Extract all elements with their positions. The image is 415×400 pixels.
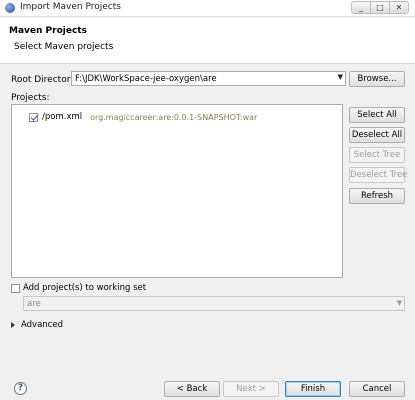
minimize-button[interactable]: _ (351, 1, 371, 14)
wizard-footer: ? < Back Next > Finish Cancel (0, 368, 415, 400)
working-set-value: are (27, 299, 41, 309)
select-all-button[interactable]: Select All (349, 107, 405, 123)
help-icon[interactable]: ? (14, 382, 27, 395)
back-button[interactable]: < Back (164, 381, 220, 397)
window-controls: _ □ ✕ (351, 1, 409, 15)
page-description: Select Maven projects (14, 42, 114, 52)
working-set-label: Add project(s) to working set (23, 283, 147, 293)
page-title: Maven Projects (9, 26, 87, 36)
advanced-section[interactable]: Advanced (11, 320, 63, 330)
refresh-button[interactable]: Refresh (349, 188, 405, 204)
title-bar: Import Maven Projects _ □ ✕ (0, 0, 415, 17)
projects-tree[interactable]: /pom.xml org.magiccareer:are:0.0.1-SNAPS… (11, 104, 343, 278)
working-set-row: Add project(s) to working set (11, 283, 146, 293)
expand-arrow-icon[interactable] (11, 322, 15, 328)
close-button[interactable]: ✕ (389, 1, 409, 14)
working-set-checkbox[interactable] (11, 283, 20, 293)
advanced-label: Advanced (21, 320, 63, 330)
window-title: Import Maven Projects (20, 2, 121, 12)
root-directory-label: Root Directory: (11, 75, 79, 85)
maximize-button[interactable]: □ (370, 1, 390, 14)
tree-item[interactable]: /pom.xml org.magiccareer:are:0.0.1-SNAPS… (29, 111, 257, 123)
projects-label: Projects: (11, 93, 50, 103)
finish-button[interactable]: Finish (285, 381, 341, 397)
cancel-button[interactable]: Cancel (349, 381, 405, 397)
dropdown-arrow-icon[interactable]: ▼ (397, 299, 402, 307)
root-directory-combo[interactable]: F:\JDK\WorkSpace-jee-oxygen\are ▼ (71, 71, 346, 86)
next-button[interactable]: Next > (223, 381, 279, 397)
project-name: /pom.xml (42, 112, 83, 122)
select-tree-button[interactable]: Select Tree (349, 147, 405, 163)
dropdown-arrow-icon[interactable]: ▼ (338, 73, 343, 81)
deselect-all-button[interactable]: Deselect All (349, 127, 405, 143)
eclipse-icon (5, 3, 15, 13)
deselect-tree-button[interactable]: Deselect Tree (349, 167, 407, 183)
project-artifact: org.magiccareer:are:0.0.1-SNAPSHOT:war (90, 112, 258, 122)
working-set-combo[interactable]: are ▼ (23, 296, 405, 311)
root-directory-value: F:\JDK\WorkSpace-jee-oxygen\are (75, 74, 217, 84)
browse-button[interactable]: Browse... (349, 71, 405, 87)
project-checkbox[interactable] (29, 112, 38, 122)
wizard-header: Maven Projects Select Maven projects (0, 18, 415, 64)
